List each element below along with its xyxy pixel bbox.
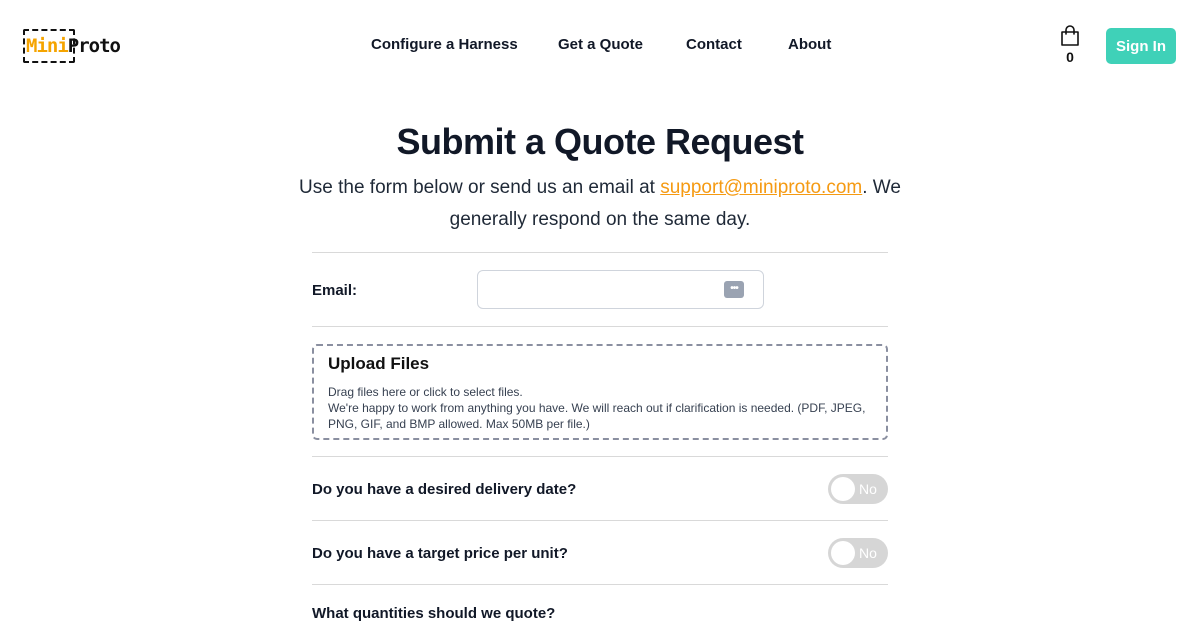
- page-subtitle: Use the form below or send us an email a…: [290, 172, 910, 236]
- shopping-bag-icon: [1061, 25, 1079, 46]
- toggle-state-label: No: [859, 481, 877, 497]
- upload-instructions: Drag files here or click to select files…: [328, 384, 872, 432]
- site-header: Mini Proto Configure a Harness Get a Quot…: [0, 0, 1200, 92]
- target-price-toggle[interactable]: No: [828, 538, 888, 568]
- support-email-link[interactable]: support@miniproto.com: [660, 177, 862, 198]
- upload-line-1: Drag files here or click to select files…: [328, 385, 523, 399]
- form-divider: [312, 456, 888, 457]
- nav-contact[interactable]: Contact: [686, 36, 742, 53]
- toggle-knob: [831, 477, 855, 501]
- cart-count: 0: [1066, 49, 1074, 65]
- page-title: Submit a Quote Request: [396, 121, 804, 162]
- main-nav: Configure a Harness Get a Quote Contact …: [0, 36, 1200, 56]
- form-divider: [312, 326, 888, 327]
- quantities-question: What quantities should we quote?: [312, 605, 556, 622]
- sign-in-button[interactable]: Sign In: [1106, 28, 1176, 64]
- upload-line-2: We're happy to work from anything you ha…: [328, 401, 866, 431]
- cart-button[interactable]: 0: [1056, 25, 1084, 69]
- file-upload-dropzone[interactable]: Upload Files Drag files here or click to…: [312, 344, 888, 440]
- nav-about[interactable]: About: [788, 36, 831, 53]
- toggle-state-label: No: [859, 545, 877, 561]
- form-divider: [312, 520, 888, 521]
- form-divider: [312, 584, 888, 585]
- email-field[interactable]: •••: [477, 270, 764, 309]
- nav-configure-harness[interactable]: Configure a Harness: [371, 36, 518, 53]
- toggle-knob: [831, 541, 855, 565]
- upload-title: Upload Files: [328, 354, 430, 373]
- nav-get-quote[interactable]: Get a Quote: [558, 36, 643, 53]
- delivery-date-question: Do you have a desired delivery date?: [312, 481, 577, 498]
- email-label: Email:: [312, 282, 358, 299]
- more-dots-icon[interactable]: •••: [724, 281, 744, 298]
- subtitle-text-before: Use the form below or send us an email a…: [299, 177, 661, 198]
- target-price-question: Do you have a target price per unit?: [312, 545, 568, 562]
- form-divider: [312, 252, 888, 253]
- delivery-date-toggle[interactable]: No: [828, 474, 888, 504]
